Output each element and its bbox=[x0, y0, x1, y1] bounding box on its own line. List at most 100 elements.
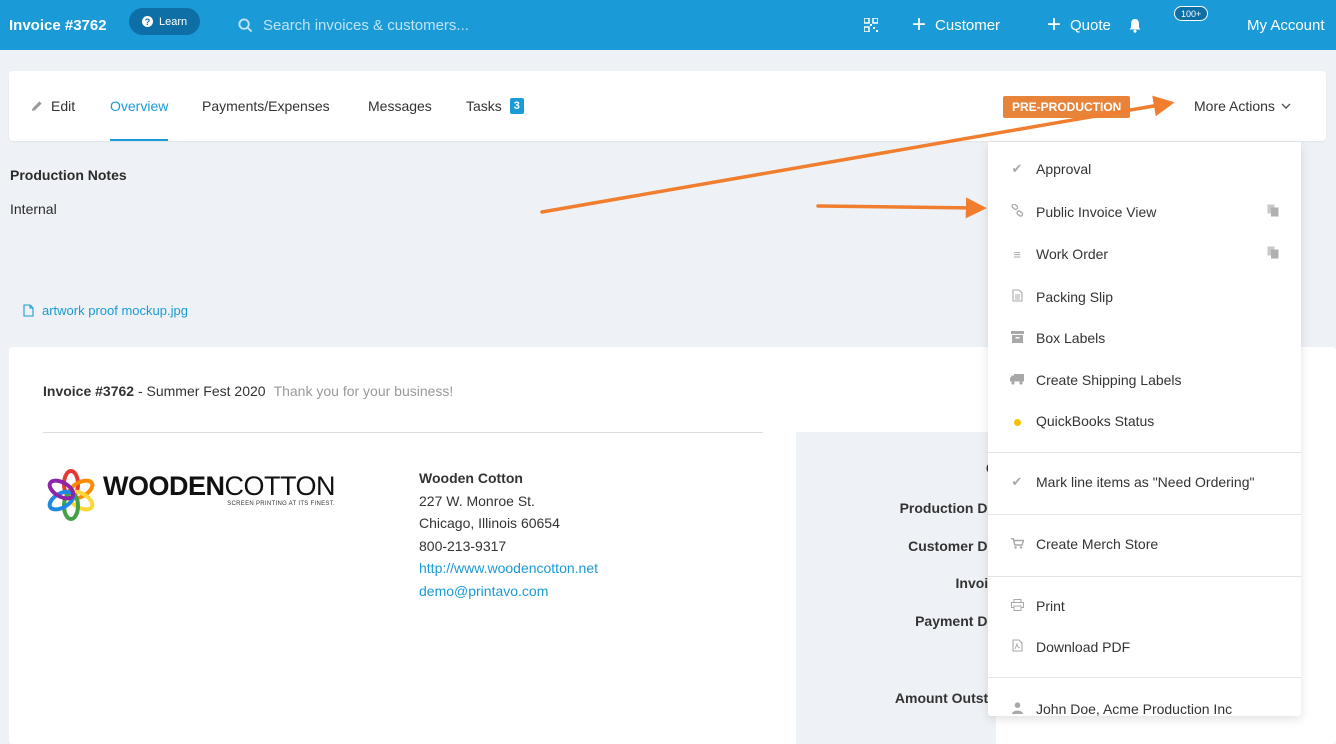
menu-item-label: QuickBooks Status bbox=[1036, 413, 1155, 429]
add-customer-label: Customer bbox=[935, 16, 1001, 34]
menu-item-packing-slip[interactable]: Packing Slip bbox=[988, 280, 1301, 314]
attachment-filename: artwork proof mockup.jpg bbox=[42, 303, 188, 318]
printer-icon bbox=[1010, 598, 1024, 614]
pencil-icon bbox=[32, 101, 42, 111]
add-quote-label: Quote bbox=[1070, 16, 1111, 34]
menu-item-box-labels[interactable]: Box Labels bbox=[988, 321, 1301, 355]
learn-label: Learn bbox=[159, 15, 188, 28]
menu-item-user[interactable]: John Doe, Acme Production Inc bbox=[988, 692, 1301, 716]
amount-outstanding-label: Amount Outsta bbox=[894, 690, 996, 706]
pinwheel-logo-icon bbox=[47, 469, 95, 521]
tab-edit-label: Edit bbox=[51, 98, 76, 114]
production-due-label: Production Du bbox=[899, 500, 996, 516]
invoice-number: Invoice #3762 bbox=[43, 383, 135, 399]
attachment-link[interactable]: artwork proof mockup.jpg bbox=[23, 303, 188, 318]
company-logo: WOODENCOTTON SCREEN PRINTING AT ITS FINE… bbox=[45, 469, 335, 521]
tasks-count-badge: 3 bbox=[509, 98, 524, 114]
company-address-line1: 227 W. Monroe St. bbox=[419, 492, 535, 509]
menu-divider bbox=[988, 514, 1301, 515]
copy-icon[interactable] bbox=[1267, 246, 1279, 262]
notifications-bell-icon[interactable] bbox=[1128, 0, 1142, 50]
company-address-line2: Chicago, Illinois 60654 bbox=[419, 515, 560, 531]
plus-icon: + bbox=[912, 11, 927, 38]
customer-due-label: Customer Du bbox=[908, 538, 996, 554]
checkmark-icon: ✔ bbox=[1011, 161, 1023, 176]
search-icon bbox=[238, 17, 253, 32]
tab-edit[interactable]: Edit bbox=[31, 71, 75, 141]
notifications-badge: 100+ bbox=[1174, 6, 1209, 21]
tab-payments-expenses[interactable]: Payments/Expenses bbox=[202, 71, 330, 141]
link-icon bbox=[1010, 203, 1024, 220]
logo-word-light: COTTON bbox=[224, 471, 336, 501]
search-input[interactable]: Search invoices & customers... bbox=[238, 0, 469, 50]
more-actions-dropdown: ✔ Approval Public Invoice View ≡ Work Or… bbox=[988, 142, 1301, 716]
my-account-menu[interactable]: My Account bbox=[1247, 0, 1325, 50]
tab-messages[interactable]: Messages bbox=[368, 71, 432, 141]
document-icon bbox=[1010, 289, 1024, 305]
menu-item-mark-need-ordering[interactable]: ✔ Mark line items as "Need Ordering" bbox=[988, 465, 1301, 499]
menu-item-work-order[interactable]: ≡ Work Order bbox=[988, 237, 1301, 271]
menu-divider bbox=[988, 452, 1301, 453]
status-badge[interactable]: PRE-PRODUCTION bbox=[1003, 96, 1131, 118]
menu-item-label: Create Merch Store bbox=[1036, 536, 1159, 552]
menu-item-label: Box Labels bbox=[1036, 330, 1106, 346]
company-address-block: Wooden Cotton 227 W. Monroe St. Chicago,… bbox=[419, 467, 598, 602]
menu-item-create-merch-store[interactable]: Create Merch Store bbox=[988, 527, 1301, 561]
logo-tagline: SCREEN PRINTING AT ITS FINEST. bbox=[227, 501, 335, 507]
company-name: Wooden Cotton bbox=[419, 470, 523, 486]
menu-item-download-pdf[interactable]: Download PDF bbox=[988, 630, 1301, 664]
add-customer-button[interactable]: + Customer bbox=[912, 0, 1000, 50]
menu-item-label: Create Shipping Labels bbox=[1036, 372, 1182, 388]
company-phone: 800-213-9317 bbox=[419, 537, 507, 554]
menu-item-label: Public Invoice View bbox=[1036, 204, 1157, 220]
more-actions-label: More Actions bbox=[1194, 98, 1275, 114]
menu-divider bbox=[988, 576, 1301, 577]
add-quote-button[interactable]: + Quote bbox=[1047, 0, 1111, 50]
company-email-link[interactable]: demo@printavo.com bbox=[419, 580, 598, 603]
invoice-details-panel: C Production Du Customer Du Invoic Payme… bbox=[796, 432, 996, 744]
pdf-file-icon bbox=[1010, 639, 1024, 655]
menu-item-label: Work Order bbox=[1036, 246, 1109, 262]
chevron-down-icon bbox=[1281, 103, 1291, 109]
menu-item-quickbooks-status[interactable]: QuickBooks Status bbox=[988, 404, 1301, 438]
thank-you-message: Thank you for your business! bbox=[273, 383, 454, 399]
learn-button[interactable]: ? Learn bbox=[129, 8, 201, 35]
menu-item-print[interactable]: Print bbox=[988, 589, 1301, 623]
user-icon bbox=[1010, 701, 1024, 717]
menu-item-label: Approval bbox=[1036, 161, 1092, 177]
payment-due-label: Payment Du bbox=[915, 613, 996, 629]
invoice-heading: Invoice #3762 - Summer Fest 2020 Thank yo… bbox=[43, 383, 453, 399]
copy-icon[interactable] bbox=[1267, 204, 1279, 220]
more-actions-button[interactable]: More Actions bbox=[1194, 71, 1291, 141]
menu-divider bbox=[988, 677, 1301, 678]
plus-icon: + bbox=[1047, 11, 1062, 38]
menu-item-create-shipping-labels[interactable]: Create Shipping Labels bbox=[988, 363, 1301, 397]
arrow-to-public-invoice-view bbox=[816, 197, 987, 219]
tab-tasks[interactable]: Tasks 3 bbox=[466, 71, 524, 141]
top-navigation-bar: Invoice #3762 ? Learn Search invoices & … bbox=[0, 0, 1336, 50]
lines-icon: ≡ bbox=[1013, 246, 1021, 262]
help-icon: ? bbox=[142, 16, 153, 27]
menu-item-approval[interactable]: ✔ Approval bbox=[988, 152, 1301, 186]
checkmark-icon: ✔ bbox=[1011, 474, 1023, 489]
status-dot-icon bbox=[1010, 414, 1024, 429]
archive-box-icon bbox=[1010, 330, 1024, 346]
menu-item-label: Packing Slip bbox=[1036, 289, 1114, 305]
menu-item-label: Print bbox=[1036, 598, 1065, 614]
invoice-name: - Summer Fest 2020 bbox=[134, 383, 266, 399]
menu-item-label: John Doe, Acme Production Inc bbox=[1036, 701, 1233, 716]
invoice-tabs-bar: Edit Overview Payments/Expenses Messages… bbox=[9, 71, 1326, 141]
menu-item-label: Download PDF bbox=[1036, 639, 1131, 655]
logo-wordmark: WOODENCOTTON SCREEN PRINTING AT ITS FINE… bbox=[103, 471, 336, 508]
tab-tasks-label: Tasks bbox=[466, 98, 502, 114]
invoice-title: Invoice #3762 bbox=[9, 16, 107, 34]
menu-item-public-invoice-view[interactable]: Public Invoice View bbox=[988, 195, 1301, 229]
shopping-cart-icon bbox=[1010, 537, 1024, 552]
qr-code-icon[interactable] bbox=[864, 0, 878, 50]
production-notes-heading: Production Notes bbox=[10, 167, 127, 183]
tab-overview[interactable]: Overview bbox=[110, 71, 169, 141]
divider bbox=[43, 432, 763, 433]
file-icon bbox=[23, 304, 34, 317]
truck-icon bbox=[1010, 373, 1024, 388]
company-website-link[interactable]: http://www.woodencotton.net bbox=[419, 557, 598, 580]
